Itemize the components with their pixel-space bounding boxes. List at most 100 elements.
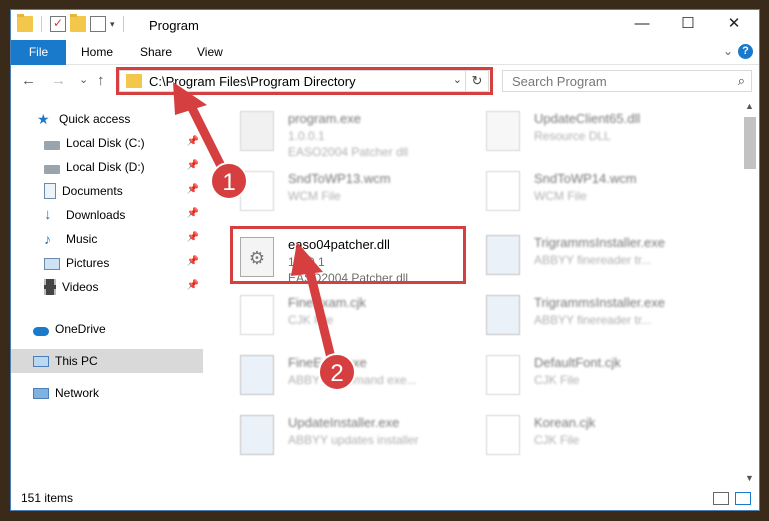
pin-icon[interactable]: 📌 (187, 208, 199, 219)
navigation-bar: ← → ⌄ ↑ C:\Program Files\Program Directo… (11, 65, 759, 97)
pc-icon (33, 356, 49, 367)
recent-locations-button[interactable]: ⌄ (79, 73, 88, 86)
file-name: DefaultFont.cjk (534, 355, 621, 370)
installer-icon (240, 415, 274, 455)
item-count: 151 items (21, 491, 74, 505)
pin-icon[interactable]: 📌 (187, 184, 199, 195)
file-item[interactable]: SndToWP14.wcm WCM File (468, 163, 708, 219)
folder-icon[interactable] (17, 14, 33, 32)
scroll-down-icon[interactable]: ▼ (745, 473, 754, 483)
file-name: FineExam.cjk (288, 295, 367, 310)
title-bar: ✓ ▾ Program — ☐ ✕ (11, 10, 759, 40)
vertical-scrollbar[interactable]: ▲ ▼ (741, 97, 759, 487)
file-highlight-box (230, 226, 466, 284)
search-icon[interactable]: ⌕ (738, 73, 745, 89)
dll-icon (486, 111, 520, 151)
file-detail: ABBYY command exe... (288, 373, 417, 387)
scroll-thumb[interactable] (744, 117, 756, 169)
expand-ribbon-chevron-icon[interactable]: ⌄ (723, 44, 733, 58)
view-properties-icon[interactable] (90, 16, 106, 32)
file-item[interactable]: program.exe 1.0.0.1 EASO2004 Patcher dll (222, 103, 462, 159)
minimize-button[interactable]: — (619, 10, 665, 40)
tab-home[interactable]: Home (69, 40, 125, 64)
sidebar-item-network[interactable]: Network (11, 381, 203, 405)
sidebar-item-local-disk-c[interactable]: Local Disk (C:) 📌 (11, 131, 203, 155)
file-item[interactable]: FineExec.exe ABBYY command exe... (222, 347, 462, 403)
close-button[interactable]: ✕ (711, 10, 757, 40)
properties-check-icon[interactable]: ✓ (50, 16, 66, 32)
file-name: FineExec.exe (288, 355, 367, 370)
file-detail: CJK File (534, 433, 580, 447)
star-icon: ★ (37, 111, 50, 127)
customize-toolbar-chevron-icon[interactable]: ▾ (110, 19, 115, 30)
sidebar-item-pictures[interactable]: Pictures 📌 (11, 251, 203, 275)
pin-icon[interactable]: 📌 (187, 232, 199, 243)
pin-icon[interactable]: 📌 (187, 160, 199, 171)
exe-icon (240, 111, 274, 151)
file-item[interactable]: UpdateClient65.dll Resource DLL (468, 103, 708, 159)
up-button[interactable]: ↑ (97, 72, 105, 89)
sidebar-item-label: Documents (62, 184, 123, 198)
file-detail: CJK File (534, 373, 580, 387)
file-item[interactable]: SndToWP13.wcm WCM File (222, 163, 462, 219)
back-button[interactable]: ← (21, 72, 36, 89)
sidebar-item-this-pc[interactable]: This PC (11, 349, 203, 373)
sidebar-item-music[interactable]: ♪ Music 📌 (11, 227, 203, 251)
help-icon[interactable]: ? (738, 44, 753, 59)
installer-icon (240, 355, 274, 395)
address-highlight-box (116, 67, 493, 95)
large-icons-view-icon[interactable] (735, 492, 751, 505)
file-item[interactable]: TrigrammsInstaller.exe ABBYY finereader … (468, 287, 708, 343)
sidebar-item-videos[interactable]: Videos 📌 (11, 275, 203, 299)
file-item[interactable]: TrigrammsInstaller.exe ABBYY finereader … (468, 227, 708, 283)
file-item[interactable]: Korean.cjk CJK File (468, 407, 708, 463)
search-placeholder: Search Program (512, 74, 607, 89)
pin-icon[interactable]: 📌 (187, 280, 199, 291)
pin-icon[interactable]: 📌 (187, 256, 199, 267)
sidebar-item-onedrive[interactable]: OneDrive (11, 317, 203, 341)
sidebar-item-label: OneDrive (55, 322, 106, 336)
sidebar-item-local-disk-d[interactable]: Local Disk (D:) 📌 (11, 155, 203, 179)
downloads-icon: ↓ (44, 206, 52, 223)
blank-file-icon (486, 415, 520, 455)
file-item[interactable]: FineExam.cjk CJK File (222, 287, 462, 343)
search-input[interactable]: Search Program ⌕ (502, 70, 752, 92)
drive-icon (44, 164, 60, 174)
file-item[interactable]: DefaultFont.cjk CJK File (468, 347, 708, 403)
explorer-window: ✓ ▾ Program — ☐ ✕ File Home Share View ⌄… (10, 9, 760, 511)
sidebar-item-label: Music (66, 232, 98, 246)
status-bar: 151 items (11, 487, 759, 510)
music-icon: ♪ (44, 231, 51, 247)
file-name: SndToWP14.wcm (534, 171, 637, 186)
blank-file-icon (486, 171, 520, 211)
drive-icon (44, 140, 60, 150)
tab-share[interactable]: Share (128, 40, 184, 64)
tab-view[interactable]: View (185, 40, 235, 64)
sidebar-item-downloads[interactable]: ↓ Downloads 📌 (11, 203, 203, 227)
file-list: program.exe 1.0.0.1 EASO2004 Patcher dll… (214, 97, 739, 487)
file-item[interactable]: UpdateInstaller.exe ABBYY updates instal… (222, 407, 462, 463)
window-title: Program (149, 18, 199, 33)
sidebar-item-quick-access[interactable]: ★ Quick access (11, 107, 203, 131)
forward-button[interactable]: → (51, 72, 66, 89)
pictures-icon (44, 258, 60, 270)
file-name: Korean.cjk (534, 415, 596, 430)
ribbon: File Home Share View ⌄ ? (11, 40, 759, 96)
toolbar-separator (122, 16, 124, 32)
details-view-icon[interactable] (713, 492, 729, 505)
maximize-button[interactable]: ☐ (665, 10, 711, 40)
navigation-pane: ★ Quick access Local Disk (C:) 📌 Local D… (11, 97, 203, 487)
sidebar-item-label: Videos (62, 280, 99, 294)
file-name: UpdateClient65.dll (534, 111, 641, 126)
file-name: TrigrammsInstaller.exe (534, 235, 665, 250)
sidebar-item-label: Downloads (66, 208, 126, 222)
file-name: UpdateInstaller.exe (288, 415, 400, 430)
file-detail: ABBYY updates installer (288, 433, 419, 447)
sidebar-item-label: Local Disk (D:) (66, 160, 145, 174)
sidebar-item-documents[interactable]: Documents 📌 (11, 179, 203, 203)
file-detail: WCM File (288, 189, 341, 203)
new-folder-icon[interactable] (70, 14, 86, 32)
scroll-up-icon[interactable]: ▲ (745, 101, 754, 111)
sidebar-item-label: Local Disk (C:) (66, 136, 145, 150)
pin-icon[interactable]: 📌 (187, 136, 199, 147)
